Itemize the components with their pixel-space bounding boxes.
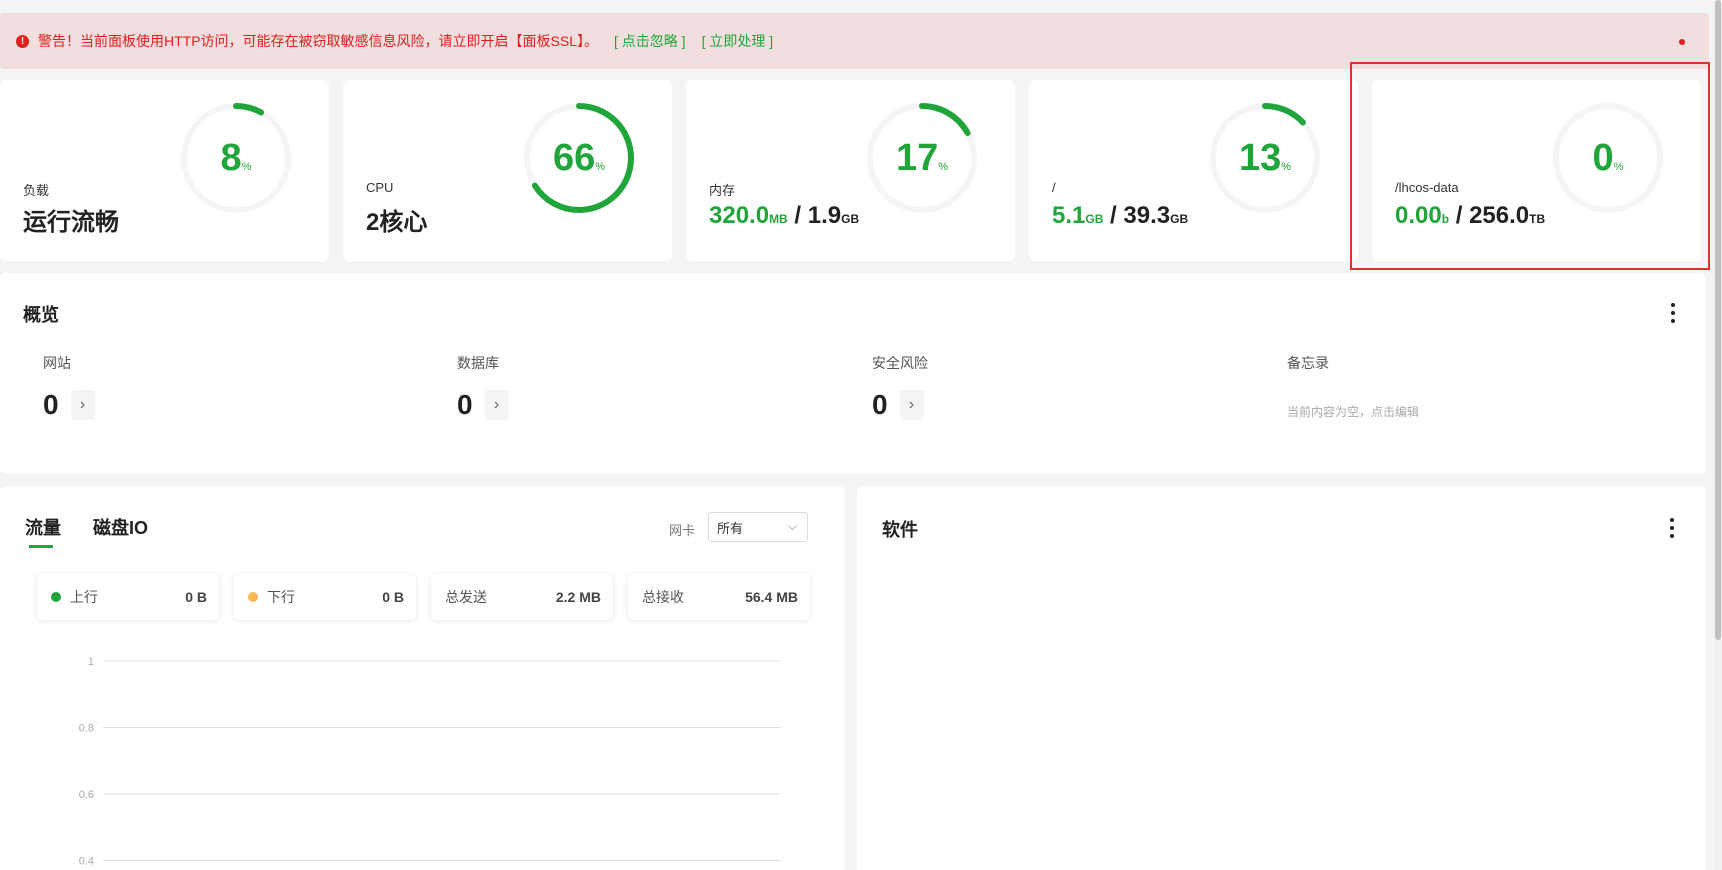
nic-select[interactable]: 所有 ⌵: [708, 512, 808, 542]
load-label: 负载: [23, 183, 50, 198]
memory-unit: %: [938, 161, 949, 173]
download-stat: 下行 0 B: [234, 574, 416, 620]
website-label: 网站: [43, 355, 71, 371]
memo-label: 备忘录: [1287, 355, 1329, 371]
database-count: 0: [457, 389, 473, 420]
y-tick-label: 0.8: [79, 723, 94, 735]
tab-disk-io[interactable]: 磁盘IO: [93, 514, 148, 540]
memory-card[interactable]: 17% 内存 320.0MB / 1.9GB: [686, 80, 1015, 261]
traffic-stats: 上行 0 B 下行 0 B 总发送 2.2 MB 总接收 56.4 MB: [37, 574, 810, 620]
disk-root-percent: 13: [1238, 136, 1282, 179]
disk-root-sep: /: [1103, 202, 1124, 229]
overview-panel: 概览 网站 0 › 数据库 0 › 安全风险 0 › 备忘录 当前内容为空，点击编辑: [0, 273, 1706, 474]
nic-select-value: 所有: [717, 520, 744, 536]
load-gauge: 8%: [176, 98, 296, 218]
load-unit: %: [241, 161, 252, 173]
memory-percent: 17: [895, 136, 939, 179]
upload-label: 上行: [70, 589, 98, 605]
load-percent: 8: [220, 136, 242, 179]
website-count: 0: [43, 389, 59, 420]
memory-total: 1.9: [807, 202, 842, 229]
highlight-box: [1350, 62, 1710, 270]
ignore-alert-link[interactable]: [ 点击忽略 ]: [614, 31, 686, 51]
alert-message: 警告！当前面板使用HTTP访问，可能存在被窃取敏感信息风险，请立即开启【面板SS…: [38, 33, 599, 49]
overview-item-security: 安全风险 0 ›: [872, 353, 928, 421]
y-tick-label: 0.4: [79, 856, 94, 868]
total-sent-stat: 总发送 2.2 MB: [431, 574, 613, 620]
chevron-down-icon: ⌵: [787, 519, 797, 533]
cpu-unit: %: [595, 161, 606, 173]
warning-icon: !: [16, 34, 29, 48]
total-received-value: 56.4 MB: [745, 589, 798, 605]
memory-value: 320.0MB / 1.9GB: [709, 202, 859, 230]
download-label: 下行: [267, 589, 295, 605]
y-tick-label: 1: [88, 656, 94, 668]
overview-item-memo: 备忘录 当前内容为空，点击编辑: [1287, 353, 1419, 420]
disk-root-gauge: 13%: [1205, 98, 1325, 218]
disk-root-total-unit: GB: [1170, 212, 1189, 226]
software-panel: 软件: [857, 486, 1706, 870]
chevron-right-icon[interactable]: ›: [899, 390, 924, 420]
chevron-right-icon[interactable]: ›: [70, 390, 95, 420]
upload-value: 0 B: [185, 589, 207, 605]
total-sent-label: 总发送: [445, 589, 487, 605]
cpu-percent: 66: [552, 136, 596, 179]
cpu-label: CPU: [366, 180, 394, 195]
disk-root-unit: %: [1281, 161, 1292, 173]
total-received-label: 总接收: [642, 589, 684, 605]
chevron-right-icon[interactable]: ›: [484, 390, 509, 420]
memory-sep: /: [787, 202, 808, 229]
total-sent-value: 2.2 MB: [555, 589, 601, 605]
overview-title: 概览: [23, 305, 59, 325]
load-value: 运行流畅: [23, 209, 119, 236]
memory-total-unit: GB: [841, 212, 860, 226]
scrollbar-thumb[interactable]: [1715, 0, 1721, 640]
disk-root-total: 39.3: [1123, 202, 1171, 229]
total-received-stat: 总接收 56.4 MB: [628, 574, 810, 620]
memory-gauge: 17%: [862, 98, 982, 218]
overview-more-icon[interactable]: [1670, 303, 1676, 323]
overview-item-website: 网站 0 ›: [43, 353, 95, 421]
disk-root-used-unit: GB: [1085, 212, 1104, 226]
download-value: 0 B: [382, 589, 404, 605]
security-label: 安全风险: [872, 355, 928, 371]
disk-root-used: 5.1: [1052, 202, 1086, 229]
ssl-warning-alert: ! 警告！当前面板使用HTTP访问，可能存在被窃取敏感信息风险，请立即开启【面板…: [0, 13, 1709, 69]
upload-dot-icon: [51, 592, 61, 602]
page-scrollbar[interactable]: [1714, 0, 1722, 870]
security-count: 0: [872, 389, 888, 420]
disk-root-card[interactable]: 13% / 5.1GB / 39.3GB: [1029, 80, 1358, 261]
cpu-card[interactable]: 66% CPU 2核心: [343, 80, 672, 261]
overview-item-database: 数据库 0 ›: [457, 353, 509, 421]
memory-used-unit: MB: [769, 212, 788, 226]
upload-stat: 上行 0 B: [37, 574, 219, 620]
traffic-panel: 1 0.8 0.6 0.4 流量 磁盘IO 网卡 所有 ⌵ 上行 0 B 下行 0 B…: [0, 486, 845, 870]
memo-placeholder[interactable]: 当前内容为空，点击编辑: [1287, 403, 1419, 420]
memory-label: 内存: [709, 183, 736, 198]
software-more-icon[interactable]: [1669, 518, 1675, 538]
nic-label: 网卡: [669, 523, 696, 538]
software-title: 软件: [882, 520, 918, 540]
tab-traffic[interactable]: 流量: [25, 514, 61, 548]
load-card[interactable]: 8% 负载 运行流畅: [0, 80, 329, 261]
traffic-tabs: 流量 磁盘IO: [25, 514, 148, 548]
cpu-value: 2核心: [366, 209, 428, 236]
memory-used: 320.0: [709, 202, 770, 229]
cpu-gauge: 66%: [519, 98, 639, 218]
y-tick-label: 0.6: [79, 789, 94, 801]
disk-root-value: 5.1GB / 39.3GB: [1052, 202, 1188, 230]
traffic-chart: 1 0.8 0.6 0.4: [79, 656, 781, 868]
fix-now-link[interactable]: [ 立即处理 ]: [702, 31, 774, 51]
database-label: 数据库: [457, 355, 499, 371]
disk-root-label: /: [1052, 180, 1056, 195]
alert-dot-icon: [1679, 39, 1685, 45]
download-dot-icon: [248, 592, 258, 602]
